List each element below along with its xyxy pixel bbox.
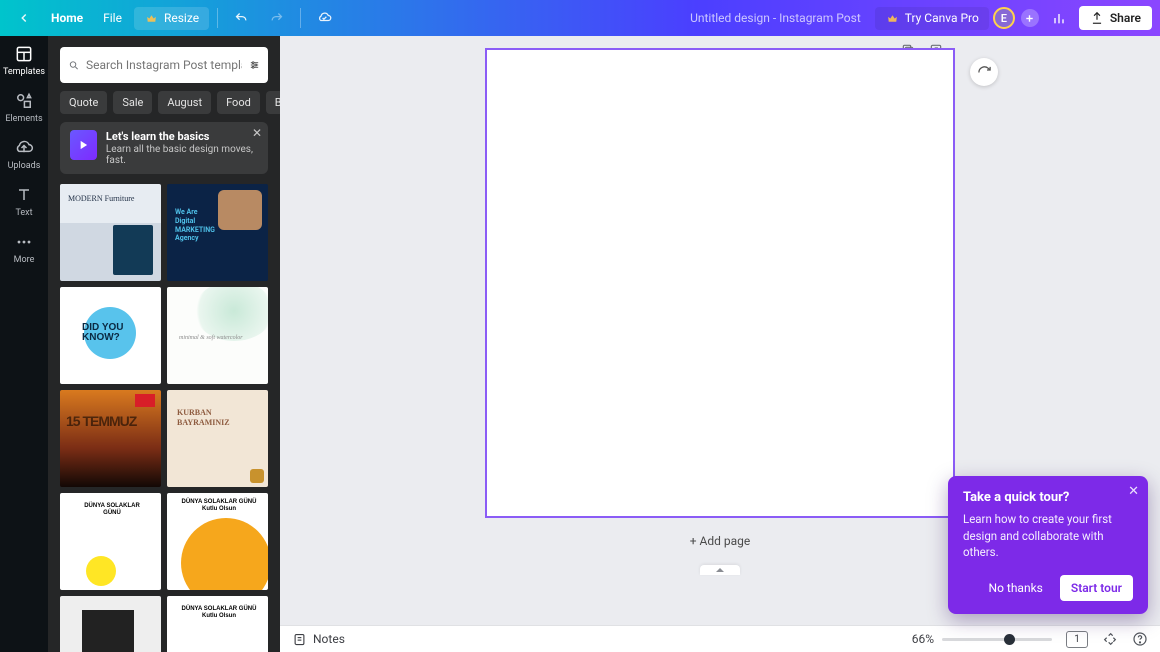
undo-button[interactable] bbox=[226, 7, 257, 30]
cloud-check-icon bbox=[317, 11, 332, 26]
template-thumb[interactable] bbox=[60, 287, 161, 384]
template-thumb[interactable] bbox=[167, 184, 268, 281]
tour-body: Learn how to create your first design an… bbox=[963, 511, 1133, 561]
divider bbox=[300, 8, 301, 28]
resize-button[interactable]: Resize bbox=[134, 7, 209, 30]
chip-sale[interactable]: Sale bbox=[113, 91, 152, 114]
left-object-bar: Templates Elements Uploads Text More bbox=[0, 36, 48, 652]
template-thumb[interactable] bbox=[167, 287, 268, 384]
refresh-icon bbox=[977, 65, 992, 80]
nav-elements[interactable]: Elements bbox=[0, 83, 48, 130]
chip-birthday[interactable]: Birthday bbox=[266, 91, 280, 114]
suggestion-chips: Quote Sale August Food Birthday bbox=[48, 91, 280, 122]
template-thumb[interactable] bbox=[60, 184, 161, 281]
cloud-upload-icon bbox=[14, 138, 34, 158]
nav-label: More bbox=[14, 255, 35, 265]
chip-quote[interactable]: Quote bbox=[60, 91, 107, 114]
nav-more[interactable]: More bbox=[0, 224, 48, 271]
chip-food[interactable]: Food bbox=[217, 91, 260, 114]
avatar[interactable]: E bbox=[993, 7, 1015, 29]
cloud-status[interactable] bbox=[309, 7, 340, 30]
notes-label: Notes bbox=[313, 632, 345, 646]
filter-icon[interactable] bbox=[249, 57, 260, 73]
add-member-button[interactable] bbox=[1021, 9, 1039, 27]
learn-title: Let's learn the basics bbox=[106, 130, 258, 143]
template-grid bbox=[48, 184, 280, 652]
share-label: Share bbox=[1110, 11, 1141, 25]
undo-icon bbox=[234, 11, 249, 26]
templates-icon bbox=[14, 44, 34, 64]
template-thumb[interactable] bbox=[60, 493, 161, 590]
nav-label: Uploads bbox=[8, 161, 41, 171]
try-pro-label: Try Canva Pro bbox=[905, 11, 979, 25]
tour-popover: ✕ Take a quick tour? Learn how to create… bbox=[948, 476, 1148, 614]
regenerate-button[interactable] bbox=[970, 58, 998, 86]
add-page-button[interactable]: + Add page bbox=[690, 534, 751, 548]
crown-icon bbox=[144, 11, 159, 26]
home-button[interactable]: Home bbox=[43, 7, 91, 29]
try-pro-button[interactable]: Try Canva Pro bbox=[875, 7, 989, 30]
close-icon[interactable]: ✕ bbox=[1128, 484, 1139, 499]
canvas-page[interactable] bbox=[487, 50, 953, 516]
zoom-thumb[interactable] bbox=[1004, 634, 1015, 645]
resize-label: Resize bbox=[164, 11, 199, 25]
nav-label: Elements bbox=[5, 114, 42, 124]
tour-start-button[interactable]: Start tour bbox=[1060, 575, 1133, 601]
topbar: Home File Resize Untitled design - Insta… bbox=[0, 0, 1160, 36]
more-icon bbox=[14, 232, 34, 252]
tour-title: Take a quick tour? bbox=[963, 490, 1133, 505]
elements-icon bbox=[14, 91, 34, 111]
template-thumb[interactable] bbox=[167, 493, 268, 590]
template-thumb[interactable] bbox=[167, 390, 268, 487]
insights-button[interactable] bbox=[1043, 6, 1075, 30]
zoom-value[interactable]: 66% bbox=[912, 632, 934, 646]
learn-basics-card[interactable]: Let's learn the basics Learn all the bas… bbox=[60, 122, 268, 174]
nav-text[interactable]: Text bbox=[0, 177, 48, 224]
zoom-control: 66% bbox=[912, 632, 1052, 646]
search-icon bbox=[68, 57, 79, 73]
zoom-slider[interactable] bbox=[942, 638, 1052, 641]
text-icon bbox=[14, 185, 34, 205]
notes-icon bbox=[292, 632, 307, 647]
back-button[interactable] bbox=[8, 7, 39, 30]
divider bbox=[217, 8, 218, 28]
search-bar bbox=[60, 47, 268, 83]
document-title[interactable]: Untitled design - Instagram Post bbox=[680, 11, 871, 25]
play-icon bbox=[70, 130, 97, 160]
chip-august[interactable]: August bbox=[158, 91, 211, 114]
nav-label: Templates bbox=[3, 67, 45, 77]
tour-dismiss-button[interactable]: No thanks bbox=[980, 575, 1052, 601]
upload-icon bbox=[1090, 11, 1104, 25]
nav-templates[interactable]: Templates bbox=[0, 36, 48, 83]
notes-button[interactable]: Notes bbox=[292, 632, 345, 647]
chevron-left-icon bbox=[16, 11, 31, 26]
template-thumb[interactable] bbox=[60, 390, 161, 487]
grid-view-icon[interactable] bbox=[1102, 631, 1118, 647]
nav-label: Text bbox=[15, 208, 32, 218]
redo-button[interactable] bbox=[261, 7, 292, 30]
template-thumb[interactable] bbox=[167, 596, 268, 652]
file-menu[interactable]: File bbox=[95, 7, 130, 29]
nav-uploads[interactable]: Uploads bbox=[0, 130, 48, 177]
redo-icon bbox=[269, 11, 284, 26]
search-input[interactable] bbox=[86, 58, 242, 72]
template-thumb[interactable] bbox=[60, 596, 161, 652]
crown-icon bbox=[885, 11, 900, 26]
templates-panel: Quote Sale August Food Birthday Let's le… bbox=[48, 36, 280, 652]
close-icon[interactable]: ✕ bbox=[252, 126, 262, 140]
bottombar: Notes 66% 1 bbox=[280, 625, 1160, 652]
page-indicator[interactable]: 1 bbox=[1066, 631, 1088, 648]
page-list-toggle[interactable] bbox=[700, 565, 740, 575]
learn-subtitle: Learn all the basic design moves, fast. bbox=[106, 144, 258, 166]
bar-chart-icon bbox=[1051, 10, 1067, 26]
help-icon[interactable] bbox=[1132, 631, 1148, 647]
pro-badge-icon bbox=[250, 469, 264, 483]
share-button[interactable]: Share bbox=[1079, 6, 1152, 30]
